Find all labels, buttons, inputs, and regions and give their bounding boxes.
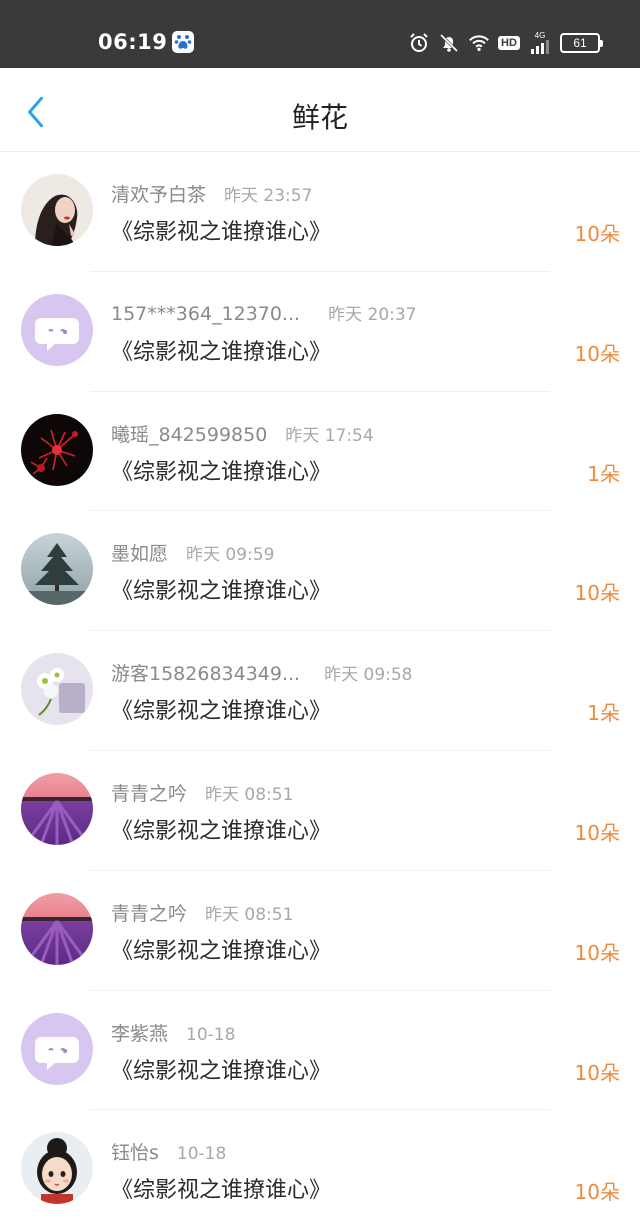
- flower-amount: 10朵: [574, 820, 620, 845]
- list-item[interactable]: 157***364_12370... 昨天 20:37 《综影视之谁撩谁心》 1…: [0, 272, 640, 392]
- cartoon-girl-avatar[interactable]: [21, 1132, 93, 1205]
- flower-amount: 10朵: [574, 940, 620, 965]
- list-item[interactable]: 李紫燕 10-18 《综影视之谁撩谁心》 10朵: [0, 991, 640, 1111]
- list-item[interactable]: 曦瑶_842599850 昨天 17:54 《综影视之谁撩谁心》 1朵: [0, 392, 640, 512]
- flower-amount: 10朵: [574, 222, 620, 246]
- flower-amount: 10朵: [574, 1060, 620, 1085]
- timestamp: 10-18: [186, 1024, 236, 1045]
- username: 游客15826834349...: [111, 663, 301, 686]
- default-chat-avatar[interactable]: [21, 293, 93, 366]
- mute-icon: [438, 32, 460, 54]
- book-title: 《综影视之谁撩谁心》: [111, 699, 332, 725]
- status-bar: 06:19 HD 4G 61: [0, 0, 640, 68]
- flower-amount: 10朵: [574, 581, 620, 606]
- wifi-icon: [468, 32, 490, 54]
- username: 曦瑶_842599850: [111, 423, 268, 446]
- book-title: 《综影视之谁撩谁心》: [111, 339, 332, 365]
- timestamp: 昨天 23:57: [224, 186, 313, 206]
- list-item[interactable]: 游客15826834349... 昨天 09:58 《综影视之谁撩谁心》 1朵: [0, 631, 640, 751]
- signal-icon: 4G: [528, 32, 552, 54]
- username: 157***364_12370...: [111, 302, 301, 325]
- network-type: 4G: [534, 31, 546, 40]
- timestamp: 昨天 17:54: [285, 425, 374, 446]
- book-title: 《综影视之谁撩谁心》: [111, 579, 332, 605]
- flower-amount: 10朵: [574, 1180, 620, 1205]
- timestamp: 昨天 09:59: [186, 545, 275, 566]
- flower-amount: 10朵: [574, 341, 620, 366]
- timestamp: 昨天 08:51: [205, 904, 294, 925]
- book-title: 《综影视之谁撩谁心》: [111, 818, 332, 844]
- username: 清欢予白茶: [111, 184, 207, 206]
- red-flower-avatar[interactable]: [21, 413, 93, 486]
- hd-icon: HD: [498, 32, 520, 54]
- username: 墨如愿: [111, 543, 169, 566]
- list-item[interactable]: 青青之吟 昨天 08:51 《综影视之谁撩谁心》 10朵: [0, 751, 640, 871]
- pine-tree-avatar[interactable]: [21, 533, 93, 606]
- username: 青青之吟: [111, 782, 188, 805]
- battery-icon: 61: [560, 33, 603, 53]
- list-item[interactable]: 青青之吟 昨天 08:51 《综影视之谁撩谁心》 10朵: [0, 871, 640, 991]
- page-title: 鲜花: [291, 101, 348, 134]
- username: 钰怡s: [111, 1142, 159, 1165]
- book-title: 《综影视之谁撩谁心》: [111, 938, 332, 964]
- list-item[interactable]: 钰怡s 10-18 《综影视之谁撩谁心》 10朵: [0, 1110, 640, 1223]
- baidu-app-icon: [172, 31, 194, 53]
- battery-level: 61: [573, 36, 587, 50]
- book-title: 《综影视之谁撩谁心》: [111, 220, 332, 245]
- lavender-field-avatar[interactable]: [21, 772, 93, 845]
- timestamp: 昨天 08:51: [205, 784, 294, 805]
- default-chat-avatar[interactable]: [21, 1012, 93, 1085]
- book-title: 《综影视之谁撩谁心》: [111, 459, 332, 485]
- book-title: 《综影视之谁撩谁心》: [111, 1178, 332, 1204]
- timestamp: 昨天 20:37: [328, 304, 417, 325]
- timestamp: 10-18: [176, 1144, 227, 1165]
- list-item[interactable]: 墨如愿 昨天 09:59 《综影视之谁撩谁心》 10朵: [0, 511, 640, 631]
- flower-amount: 1朵: [587, 701, 620, 726]
- list-item[interactable]: 清欢予白茶 昨天 23:57 《综影视之谁撩谁心》 10朵: [0, 152, 640, 272]
- white-flowers-avatar[interactable]: [21, 653, 93, 726]
- woman-portrait-avatar[interactable]: [21, 174, 93, 246]
- alarm-icon: [408, 32, 430, 54]
- header: 鲜花: [0, 68, 640, 152]
- lavender-field-avatar[interactable]: [21, 892, 93, 965]
- username: 李紫燕: [111, 1022, 169, 1045]
- timestamp: 昨天 09:58: [324, 665, 413, 686]
- flower-record-list: 清欢予白茶 昨天 23:57 《综影视之谁撩谁心》 10朵 157***364_…: [0, 152, 640, 1223]
- book-title: 《综影视之谁撩谁心》: [111, 1058, 332, 1084]
- flower-amount: 1朵: [587, 461, 620, 486]
- status-time: 06:19: [98, 30, 168, 54]
- username: 青青之吟: [111, 902, 188, 925]
